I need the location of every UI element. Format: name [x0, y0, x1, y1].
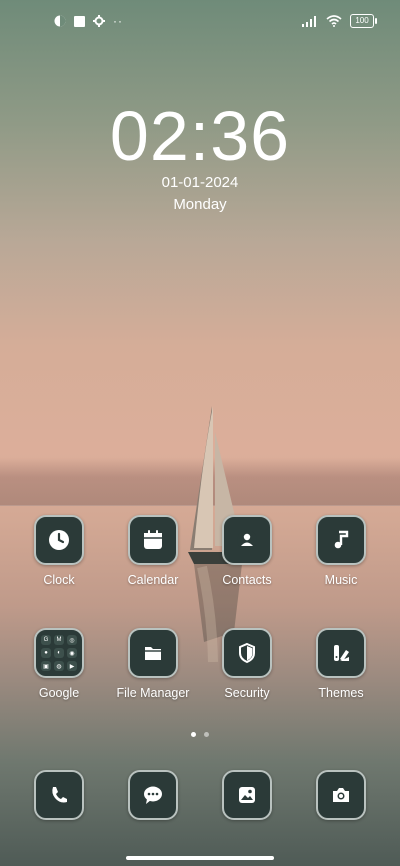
- shield-icon: [222, 628, 272, 678]
- calendar-icon: [128, 515, 178, 565]
- app-google-folder[interactable]: G M ◎ ● ◐ ◉ ▣ ◍ ▶ Google: [19, 628, 99, 700]
- google-search-mini-icon: G: [41, 635, 51, 645]
- clock-date: 01-01-2024: [161, 174, 239, 191]
- page-indicator: [0, 732, 400, 737]
- app-label: Themes: [318, 686, 364, 700]
- phone-icon: [34, 770, 84, 820]
- meet-mini-icon: ◉: [67, 648, 77, 658]
- clock-weekday: Monday: [173, 196, 227, 213]
- dock-gallery[interactable]: [207, 770, 287, 820]
- play-mini-icon: ▶: [67, 661, 77, 671]
- chrome-mini-icon: ◍: [54, 661, 64, 671]
- google-folder-icon: G M ◎ ● ◐ ◉ ▣ ◍ ▶: [34, 628, 84, 678]
- dock-messages[interactable]: [113, 770, 193, 820]
- app-music[interactable]: Music: [301, 515, 381, 587]
- app-label: File Manager: [116, 686, 190, 700]
- app-calendar[interactable]: Calendar: [113, 515, 193, 587]
- maps-mini-icon: ◎: [67, 635, 77, 645]
- battery-indicator: 100: [350, 14, 377, 28]
- app-security[interactable]: Security: [207, 628, 287, 700]
- page-dot-active[interactable]: [191, 732, 196, 737]
- app-label: Contacts: [222, 573, 272, 587]
- gallery-icon: [222, 770, 272, 820]
- signal-icon: [302, 15, 316, 27]
- messages-icon: [128, 770, 178, 820]
- dock-phone[interactable]: [19, 770, 99, 820]
- app-label: Calendar: [127, 573, 179, 587]
- app-label: Music: [324, 573, 358, 587]
- clock-time: 02:36: [109, 97, 291, 175]
- gmail-mini-icon: M: [54, 635, 64, 645]
- home-screen: ·· 100 02:36 01-01-2024 Monday Clock Cal…: [0, 0, 400, 866]
- contacts-icon: [222, 515, 272, 565]
- app-themes[interactable]: Themes: [301, 628, 381, 700]
- themes-icon: [316, 628, 366, 678]
- assistant-mini-icon: ●: [41, 648, 51, 658]
- settings-gear-icon: [93, 15, 105, 27]
- camera-icon: [316, 770, 366, 820]
- photos-mini-icon: ▣: [41, 661, 51, 671]
- drive-mini-icon: ◐: [54, 648, 64, 658]
- dock-camera[interactable]: [301, 770, 381, 820]
- more-notifications-icon: ··: [113, 14, 123, 28]
- folder-icon: [128, 628, 178, 678]
- app-clock[interactable]: Clock: [19, 515, 99, 587]
- page-dot[interactable]: [204, 732, 209, 737]
- clock-icon: [34, 515, 84, 565]
- app-label: Google: [38, 686, 80, 700]
- wifi-icon: [326, 15, 342, 27]
- app-label: Clock: [43, 573, 75, 587]
- vpn-icon: [54, 15, 66, 27]
- status-bar: ·· 100: [0, 0, 400, 44]
- music-note-icon: [316, 515, 366, 565]
- dock: [0, 770, 400, 824]
- app-label: Security: [224, 686, 270, 700]
- home-gesture-bar[interactable]: [126, 856, 274, 860]
- square-notification-icon: [74, 15, 85, 27]
- app-file-manager[interactable]: File Manager: [113, 628, 193, 700]
- app-contacts[interactable]: Contacts: [207, 515, 287, 587]
